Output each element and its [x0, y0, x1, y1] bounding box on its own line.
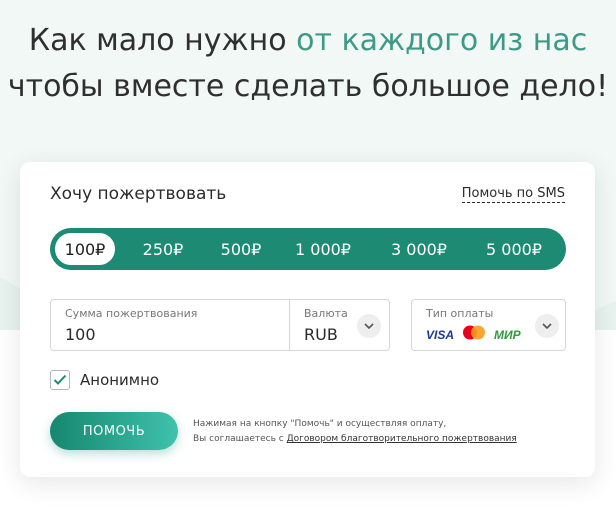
amount-option-5000[interactable]: 5 000₽	[465, 231, 563, 267]
form-title: Хочу пожертвовать	[50, 184, 227, 204]
payment-type-label: Тип оплаты	[426, 307, 494, 320]
sum-currency-field: Сумма пожертвования 100 Валюта RUB	[50, 299, 390, 351]
amount-option-100[interactable]: 100₽	[53, 231, 117, 267]
amount-selector: 100₽ 250₽ 500₽ 1 000₽ 3 000₽ 5 000₽	[50, 228, 566, 270]
consent-line-1: Нажимая на кнопку "Помочь" и осуществляя…	[193, 419, 447, 429]
mastercard-icon	[462, 325, 486, 345]
headline-line-1: Как мало нужно от каждого из нас	[0, 18, 616, 64]
field-divider	[289, 300, 290, 350]
visa-logo-icon: VISA	[426, 328, 455, 342]
checkmark-icon	[53, 374, 67, 385]
currency-chevron-down-icon[interactable]	[357, 314, 381, 338]
consent-notice: Нажимая на кнопку "Помочь" и осуществляя…	[193, 417, 588, 447]
headline-line-2: чтобы вместе сделать большое дело!	[7, 69, 609, 104]
anonymous-label: Анонимно	[80, 371, 160, 389]
amount-option-1000[interactable]: 1 000₽	[273, 231, 373, 267]
headline-accent-text: от каждого из нас	[296, 23, 588, 58]
agreement-link[interactable]: Договором благотворительного пожертвован…	[287, 434, 517, 444]
sum-input[interactable]: 100	[65, 325, 96, 344]
amount-option-250[interactable]: 250₽	[117, 231, 209, 267]
donation-card: Хочу пожертвовать Помочь по SMS 100₽ 250…	[20, 162, 595, 477]
currency-label: Валюта	[304, 307, 348, 320]
amount-option-3000[interactable]: 3 000₽	[373, 231, 465, 267]
sum-label: Сумма пожертвования	[65, 307, 198, 320]
help-submit-button[interactable]: ПОМОЧЬ	[50, 412, 178, 450]
payment-logos: VISA МИР	[426, 325, 521, 345]
anonymous-toggle[interactable]: Анонимно	[50, 370, 159, 390]
anonymous-checkbox[interactable]	[50, 370, 70, 390]
hero-headline: Как мало нужно от каждого из нас чтобы в…	[0, 18, 616, 110]
headline-plain-text: Как мало нужно	[28, 23, 297, 58]
payment-type-field[interactable]: Тип оплаты VISA МИР	[411, 299, 566, 351]
consent-prefix: Вы соглашаетесь с	[193, 434, 287, 444]
mir-logo-icon: МИР	[494, 328, 521, 342]
sms-help-link[interactable]: Помочь по SMS	[461, 186, 565, 203]
amount-option-500[interactable]: 500₽	[209, 231, 273, 267]
currency-select[interactable]: RUB	[304, 325, 338, 344]
consent-line-2: Вы соглашаетесь с Договором благотворите…	[193, 432, 588, 447]
payment-chevron-down-icon[interactable]	[535, 314, 559, 338]
